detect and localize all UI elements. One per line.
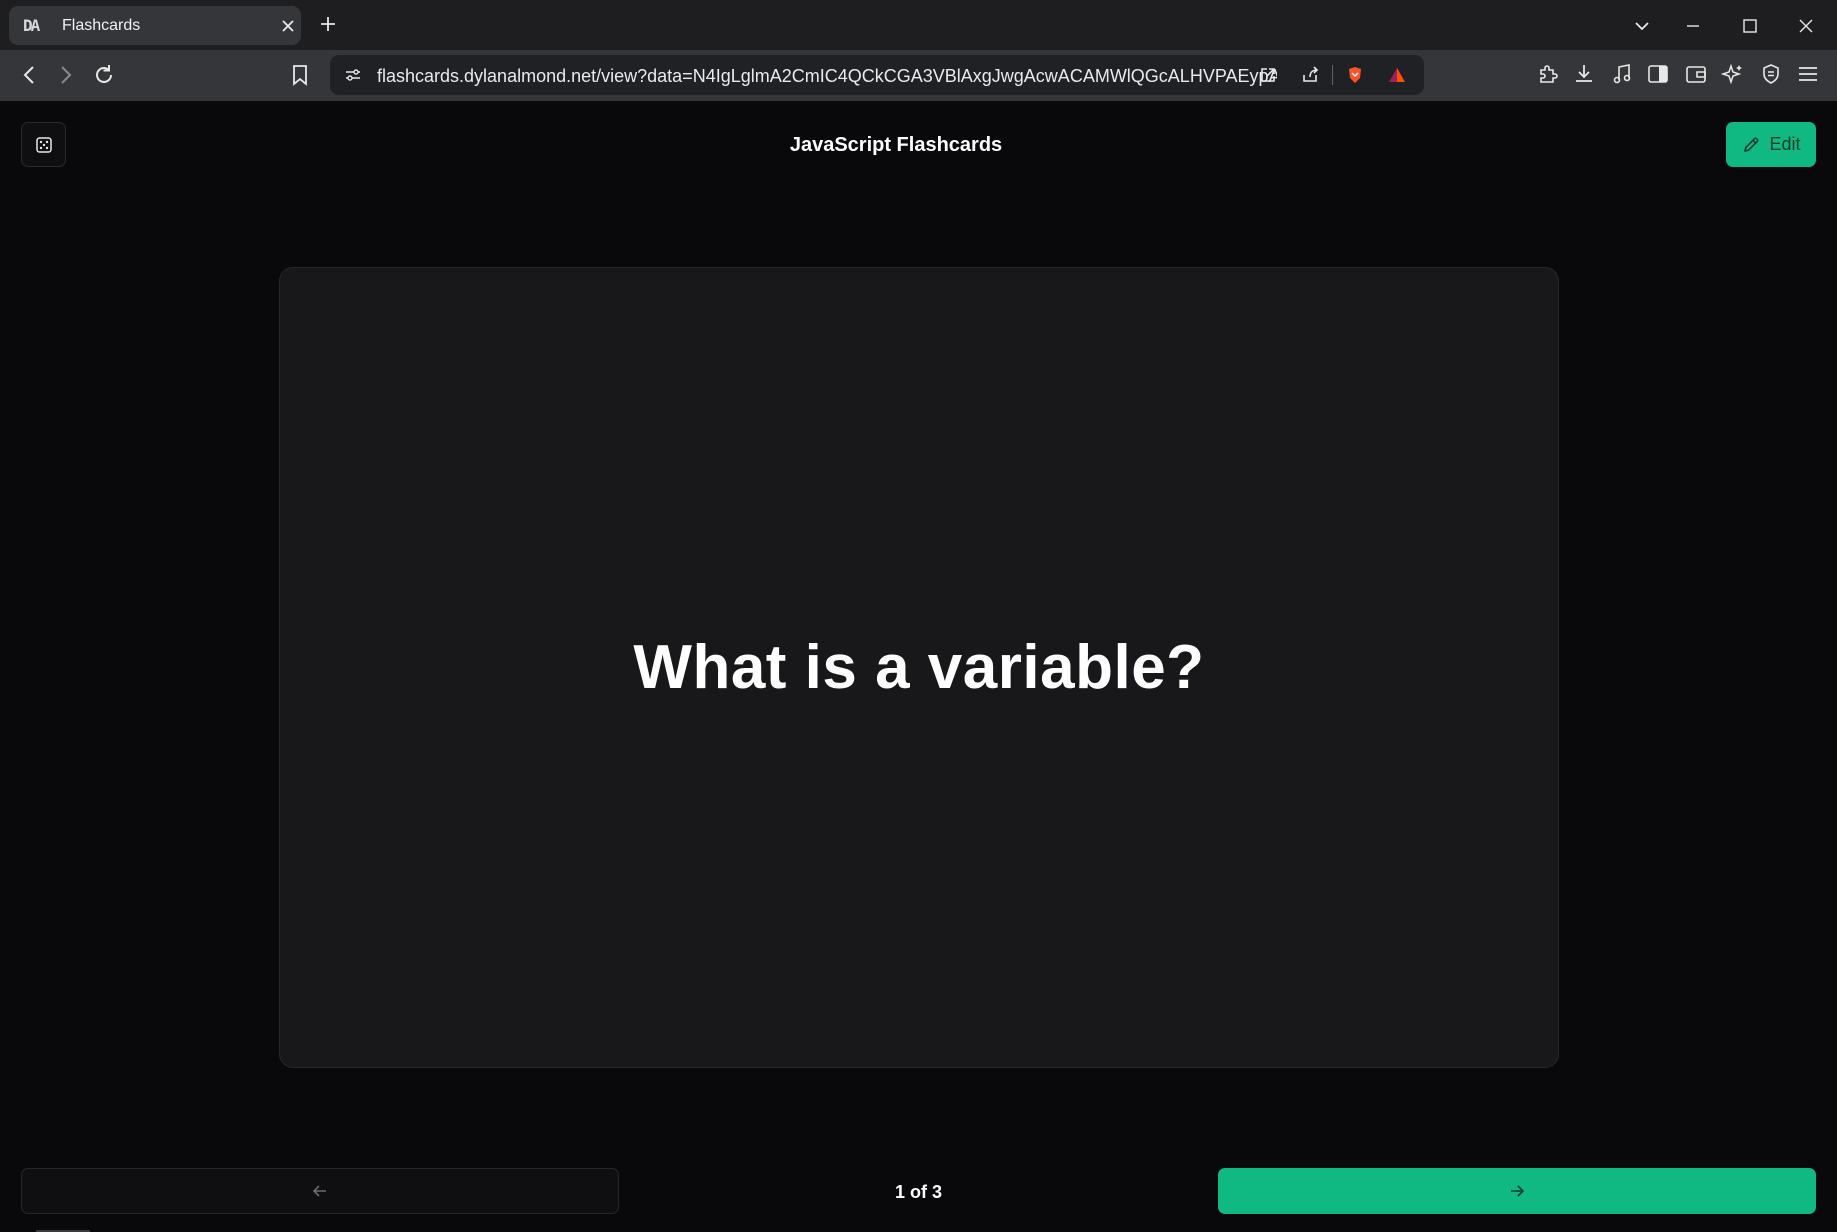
previous-card-button[interactable] (21, 1168, 619, 1214)
new-tab-icon[interactable] (318, 14, 338, 34)
brave-shields-icon[interactable] (1345, 65, 1365, 85)
open-external-icon[interactable] (1258, 65, 1278, 85)
url-text[interactable]: flashcards.dylanalmond.net/view?data=N4I… (377, 66, 1277, 87)
site-favicon-icon: DA (23, 16, 40, 35)
forward-icon[interactable] (52, 62, 78, 88)
edit-label: Edit (1769, 134, 1801, 154)
brave-rewards-icon[interactable] (1387, 65, 1407, 85)
flashcard[interactable]: What is a variable? (279, 267, 1559, 1068)
bookmark-icon[interactable] (287, 62, 313, 88)
wallet-icon[interactable] (1684, 62, 1708, 86)
address-bar[interactable]: flashcards.dylanalmond.net/view?data=N4I… (330, 55, 1424, 95)
arrow-left-icon (312, 1185, 326, 1197)
maximize-icon[interactable] (1740, 16, 1760, 36)
minimize-icon[interactable] (1683, 16, 1703, 36)
url-separator (1332, 65, 1333, 85)
close-window-icon[interactable] (1796, 16, 1816, 36)
close-tab-icon[interactable] (279, 17, 297, 35)
card-counter: 1 of 3 (894, 1182, 942, 1202)
media-icon[interactable] (1610, 62, 1634, 86)
extensions-icon[interactable] (1536, 62, 1560, 86)
sidebar-icon[interactable] (1646, 62, 1670, 86)
back-icon[interactable] (17, 62, 43, 88)
arrow-right-icon (1511, 1185, 1525, 1197)
page-title: JavaScript Flashcards (789, 134, 1003, 156)
browser-toolbar: flashcards.dylanalmond.net/view?data=N4I… (0, 50, 1837, 101)
download-icon[interactable] (1572, 62, 1596, 86)
tab-title: Flashcards (62, 17, 141, 34)
chevron-down-icon[interactable] (1632, 16, 1652, 36)
flashcard-question: What is a variable? (633, 633, 1205, 702)
site-settings-icon[interactable] (343, 65, 363, 85)
tab-flashcards[interactable]: DA Flashcards (9, 6, 301, 45)
pencil-icon (1744, 137, 1759, 152)
tab-strip: DA Flashcards (0, 0, 1837, 50)
share-icon[interactable] (1300, 65, 1320, 85)
next-card-button[interactable] (1218, 1168, 1816, 1214)
reload-icon[interactable] (91, 62, 117, 88)
vpn-shield-icon[interactable] (1759, 62, 1783, 86)
menu-icon[interactable] (1796, 62, 1820, 86)
browser-window: DA Flashcards flashcards.dylanalmond.net… (0, 0, 1837, 1232)
edit-button[interactable]: Edit (1726, 122, 1816, 167)
page-content: JavaScript Flashcards Edit What is a var… (0, 101, 1837, 1232)
leo-ai-icon[interactable] (1721, 62, 1745, 86)
